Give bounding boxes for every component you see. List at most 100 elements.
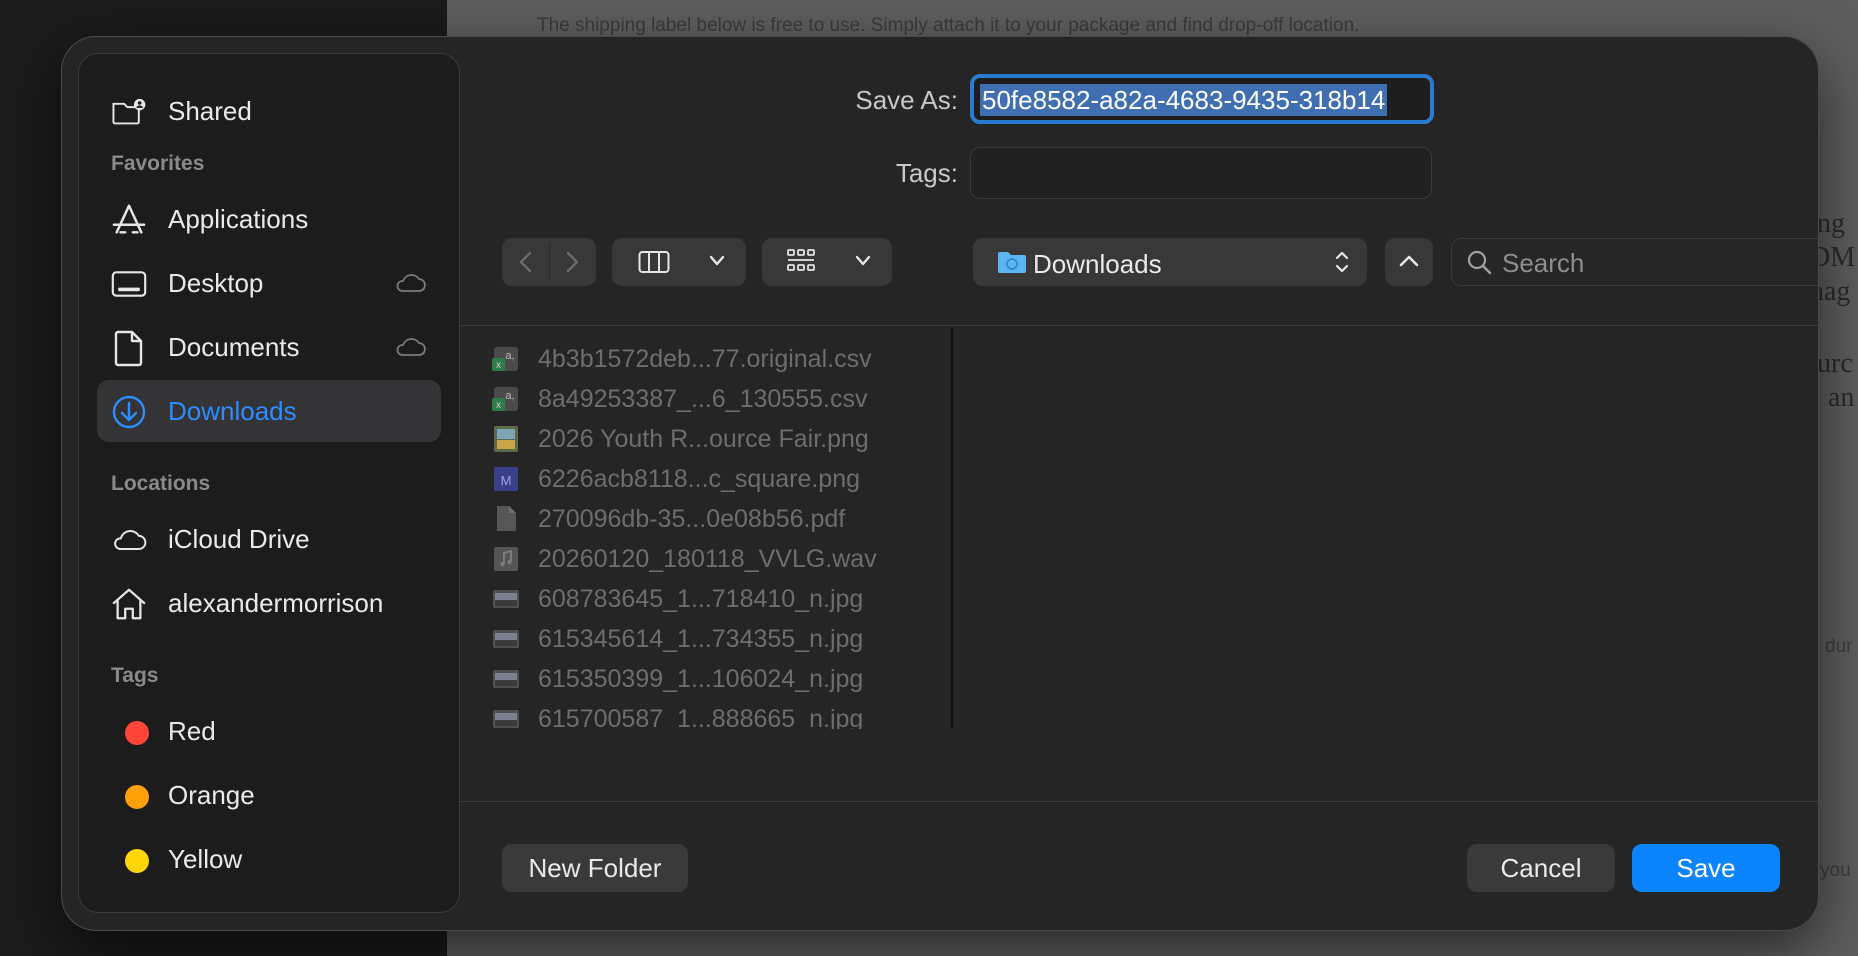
sidebar-item-shared[interactable]: Shared (97, 80, 441, 142)
desktop-icon (111, 266, 147, 302)
sidebar-item-label: Red (168, 715, 216, 746)
file-name: 615350399_1...106024_n.jpg (538, 664, 864, 693)
sidebar-item-label: Shared (168, 95, 252, 126)
search-icon (1466, 249, 1492, 280)
file-list-item[interactable]: M 6226acb8118...c_square.png (480, 459, 940, 499)
tags-field[interactable] (970, 147, 1432, 199)
file-list-item[interactable]: 20260120_180118_VVLG.wav (480, 539, 940, 579)
column-resize-handle[interactable] (951, 329, 953, 729)
background-text-line: The shipping label below is free to use.… (537, 15, 1360, 36)
svg-text:a,: a, (505, 390, 514, 402)
sidebar: Shared Favorites Applications Desktop Do… (78, 53, 460, 913)
document-icon (111, 330, 147, 367)
sidebar-item-label: Documents (168, 331, 300, 362)
csv-file-icon: x a, (492, 385, 520, 413)
file-list-item[interactable]: 608783645_1...718410_n.jpg (480, 579, 940, 619)
sidebar-tag-red[interactable]: Red (97, 700, 441, 762)
image-file-icon: M (492, 465, 520, 493)
new-folder-button[interactable]: New Folder (502, 844, 688, 892)
yellow-tag-dot-icon (125, 849, 149, 873)
file-list-item[interactable]: 615350399_1...106024_n.jpg (480, 659, 940, 699)
file-name: 4b3b1572deb...77.original.csv (538, 344, 872, 373)
file-list-item[interactable]: 270096db-35...0e08b56.pdf (480, 499, 940, 539)
sidebar-item-label: iCloud Drive (168, 523, 310, 554)
sidebar-item-desktop[interactable]: Desktop (97, 252, 441, 314)
back-forward-buttons (502, 238, 596, 286)
background-fragment: urc (1817, 348, 1853, 379)
search-input[interactable] (1500, 245, 1818, 281)
file-name: 8a49253387_...6_130555.csv (538, 384, 868, 413)
favorites-heading: Favorites (111, 152, 205, 175)
cloud-icon (111, 522, 147, 558)
save-as-selected-text[interactable]: 50fe8582-a82a-4683-9435-318b14 (980, 84, 1388, 116)
columns-view-icon (638, 250, 670, 279)
image-file-icon (492, 625, 520, 653)
grid-group-icon (786, 248, 816, 281)
browser-bottom-divider (460, 801, 1818, 802)
icloud-status-icon (393, 272, 427, 299)
downloads-folder-icon (997, 250, 1027, 279)
image-file-icon (492, 425, 520, 453)
pdf-file-icon (492, 505, 520, 533)
chevron-down-icon (708, 254, 726, 273)
applications-icon (111, 202, 147, 238)
nav-divider (549, 244, 550, 280)
home-icon (111, 586, 147, 622)
save-as-field[interactable]: 50fe8582-a82a-4683-9435-318b14 (970, 74, 1434, 124)
sidebar-item-label: alexandermorrison (168, 587, 384, 618)
svg-text:x: x (496, 360, 501, 371)
sidebar-tag-yellow[interactable]: Yellow (97, 828, 441, 890)
svg-text:M: M (501, 473, 512, 488)
orange-tag-dot-icon (125, 785, 149, 809)
audio-file-icon (492, 545, 520, 573)
sidebar-item-downloads[interactable]: Downloads (97, 380, 441, 442)
svg-text:a,: a, (505, 350, 514, 362)
back-chevron-icon[interactable] (516, 250, 536, 279)
save-as-label: Save As: (855, 85, 958, 115)
group-mode-button[interactable] (762, 238, 892, 286)
up-down-chevron-icon (1333, 248, 1351, 281)
save-dialog: Shared Favorites Applications Desktop Do… (62, 37, 1818, 930)
sidebar-item-home[interactable]: alexandermorrison (97, 572, 441, 634)
location-name: Downloads (1033, 249, 1162, 279)
sidebar-item-label: Desktop (168, 267, 264, 298)
file-list-item[interactable]: x a, 4b3b1572deb...77.original.csv (480, 339, 940, 379)
sidebar-item-icloud-drive[interactable]: iCloud Drive (97, 508, 441, 570)
file-list-item[interactable]: 615700587_1...888665_n.jpg (480, 699, 940, 729)
file-list-column: x a, 4b3b1572deb...77.original.csv x a, 8a492… (460, 327, 951, 729)
browser-top-divider (460, 325, 1818, 326)
image-file-icon (492, 705, 520, 729)
view-mode-button[interactable] (612, 238, 746, 286)
tags-heading: Tags (111, 664, 159, 687)
sidebar-item-label: Orange (168, 779, 255, 810)
image-file-icon (492, 665, 520, 693)
sidebar-item-label: Downloads (168, 395, 297, 426)
file-list-item[interactable]: x a, 8a49253387_...6_130555.csv (480, 379, 940, 419)
background-fragment: dur (1825, 636, 1853, 657)
sidebar-item-label: Yellow (168, 843, 243, 874)
save-button[interactable]: Save (1632, 844, 1780, 892)
file-list-item[interactable]: 2026 Youth R...ource Fair.png (480, 419, 940, 459)
icloud-status-icon (393, 336, 427, 363)
search-field[interactable] (1451, 238, 1818, 286)
red-tag-dot-icon (125, 721, 149, 745)
forward-chevron-icon[interactable] (562, 250, 582, 279)
sidebar-item-documents[interactable]: Documents (97, 316, 441, 378)
image-file-icon (492, 585, 520, 613)
collapse-browser-button[interactable] (1385, 238, 1433, 286)
file-list-item[interactable]: 615345614_1...734355_n.jpg (480, 619, 940, 659)
cancel-button[interactable]: Cancel (1467, 844, 1615, 892)
background-fragment: ng (1817, 208, 1845, 239)
background-fragment: an (1828, 382, 1855, 413)
file-name: 270096db-35...0e08b56.pdf (538, 504, 846, 533)
file-name: 2026 Youth R...ource Fair.png (538, 424, 869, 453)
sidebar-tag-orange[interactable]: Orange (97, 764, 441, 826)
file-name: 6226acb8118...c_square.png (538, 464, 861, 493)
downloads-icon (111, 394, 147, 430)
svg-text:x: x (496, 400, 501, 411)
locations-heading: Locations (111, 472, 211, 495)
location-popup[interactable]: Downloads (973, 238, 1367, 286)
csv-file-icon: x a, (492, 345, 520, 373)
background-fragment: you (1820, 860, 1851, 881)
sidebar-item-applications[interactable]: Applications (97, 188, 441, 250)
